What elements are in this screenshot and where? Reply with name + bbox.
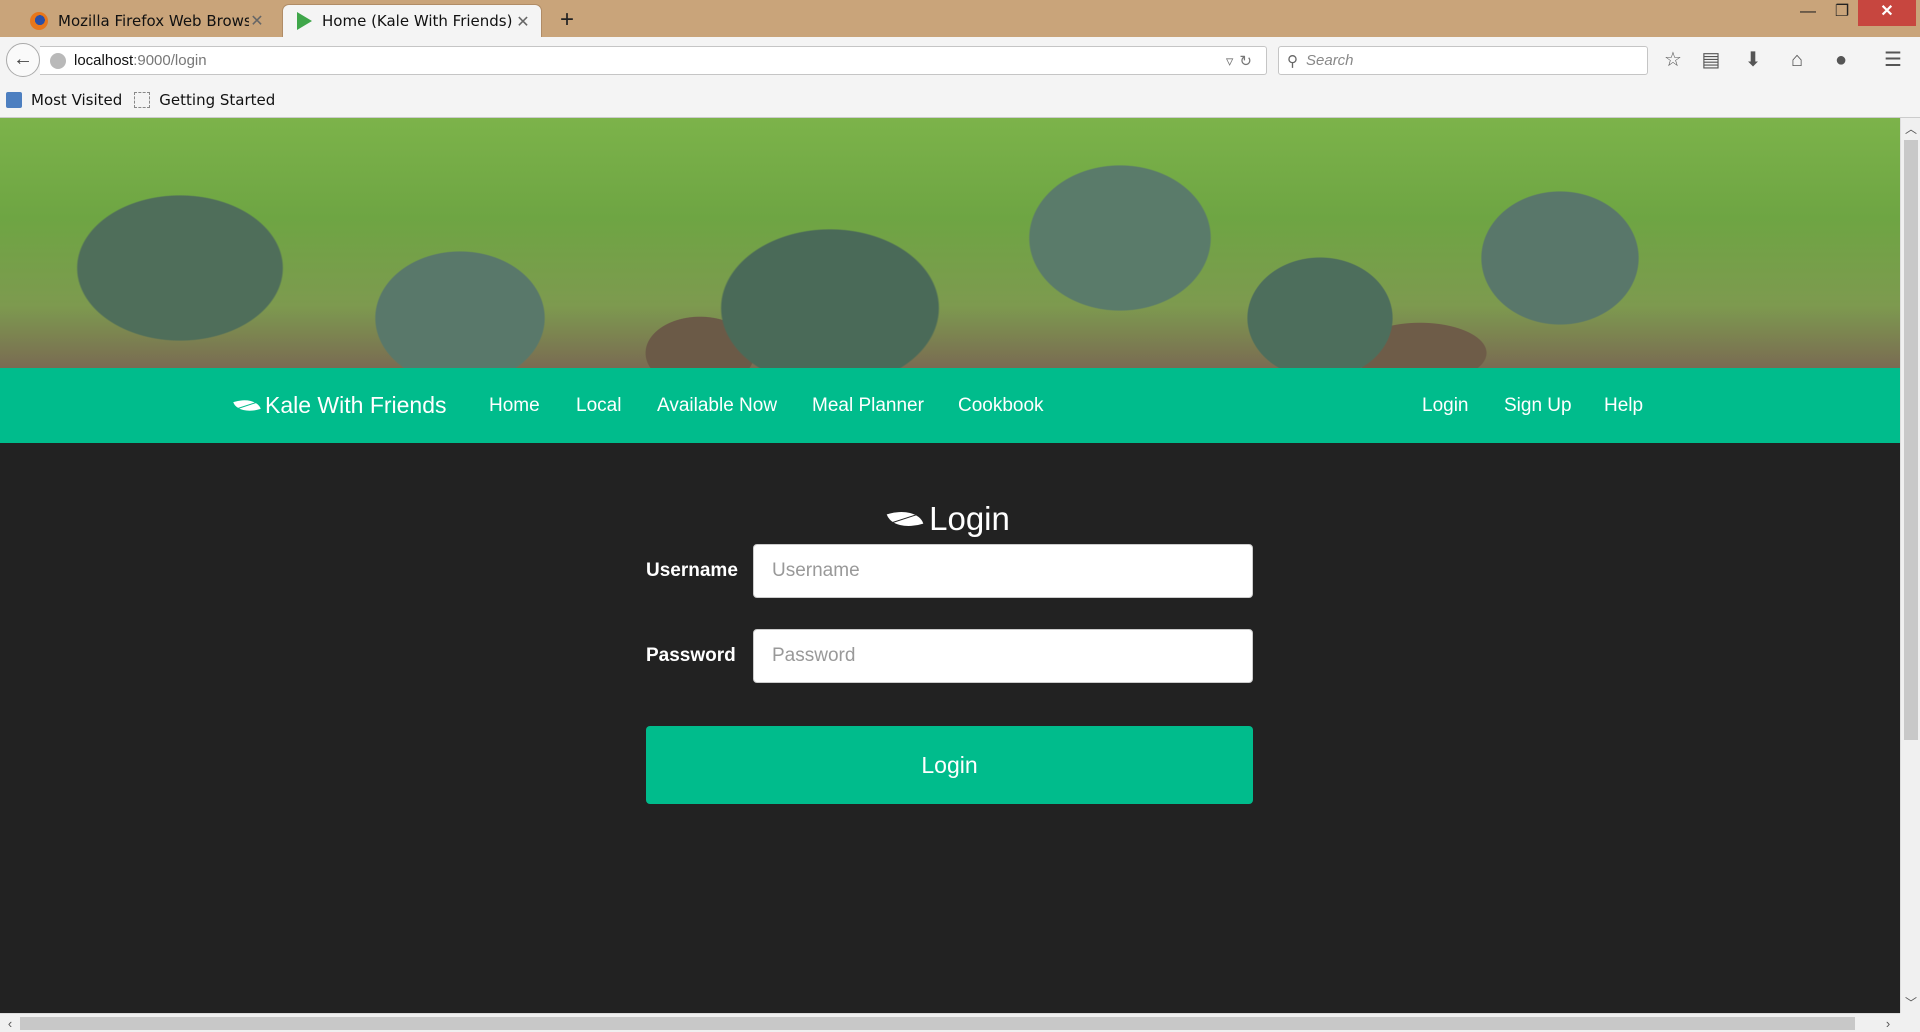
nav-meal-planner[interactable]: Meal Planner bbox=[812, 368, 924, 443]
horizontal-scroll-thumb[interactable] bbox=[20, 1017, 1855, 1030]
reload-icon[interactable]: ▿↻ bbox=[1226, 52, 1258, 70]
chat-icon[interactable]: ● bbox=[1826, 47, 1856, 73]
close-icon[interactable]: ✕ bbox=[249, 11, 265, 30]
password-label: Password bbox=[646, 645, 736, 666]
back-button[interactable]: ← bbox=[6, 43, 40, 77]
reading-list-icon[interactable]: ▤ bbox=[1696, 47, 1726, 73]
password-field[interactable] bbox=[753, 629, 1253, 683]
browser-toolbar: ← localhost:9000/login ▿↻ ⚲ Search ☆ ▤ ⬇… bbox=[0, 37, 1920, 83]
login-button[interactable]: Login bbox=[646, 726, 1253, 804]
bookmarks-toolbar: Most Visited Getting Started bbox=[0, 83, 1920, 118]
nav-local[interactable]: Local bbox=[576, 368, 621, 443]
url-path: :9000/login bbox=[133, 52, 207, 69]
scroll-down-icon[interactable]: ﹀ bbox=[1901, 994, 1920, 1011]
nav-cookbook[interactable]: Cookbook bbox=[958, 368, 1044, 443]
play-icon bbox=[297, 12, 312, 30]
download-icon[interactable]: ⬇ bbox=[1738, 47, 1768, 73]
page-viewport: Kale With Friends Home Local Available N… bbox=[0, 118, 1900, 1013]
site-navbar: Kale With Friends Home Local Available N… bbox=[0, 368, 1900, 443]
nav-sign-up[interactable]: Sign Up bbox=[1504, 368, 1572, 443]
home-icon[interactable]: ⌂ bbox=[1782, 47, 1812, 73]
horizontal-scrollbar[interactable]: ‹ › bbox=[0, 1013, 1900, 1032]
tab-home-kale-with-friends[interactable]: Home (Kale With Friends) ✕ bbox=[282, 4, 542, 37]
bookmark-label: Getting Started bbox=[159, 91, 276, 109]
url-host: localhost bbox=[74, 52, 134, 69]
bookmark-label: Most Visited bbox=[31, 91, 123, 109]
scroll-up-icon[interactable]: ︿ bbox=[1901, 120, 1920, 137]
username-label: Username bbox=[646, 560, 738, 581]
window-close-button[interactable]: ✕ bbox=[1858, 0, 1916, 26]
tab-firefox-web-browser[interactable]: Mozilla Firefox Web Brows... ✕ bbox=[20, 4, 275, 37]
login-heading: Login bbox=[646, 496, 1253, 542]
new-tab-button[interactable]: + bbox=[557, 6, 577, 34]
address-bar[interactable]: localhost:9000/login ▿↻ bbox=[40, 46, 1267, 75]
nav-available-now[interactable]: Available Now bbox=[657, 368, 777, 443]
login-title-text: Login bbox=[929, 500, 1010, 537]
nav-login[interactable]: Login bbox=[1422, 368, 1469, 443]
nav-help[interactable]: Help bbox=[1604, 368, 1643, 443]
bookmark-getting-started[interactable]: Getting Started bbox=[134, 91, 275, 109]
page-icon bbox=[134, 92, 151, 108]
nav-home[interactable]: Home bbox=[489, 368, 540, 443]
arrow-left-icon: ← bbox=[13, 48, 33, 70]
leaf-icon bbox=[886, 504, 924, 534]
bookmark-most-visited[interactable]: Most Visited bbox=[6, 91, 122, 109]
tab-label: Mozilla Firefox Web Brows... bbox=[58, 11, 249, 30]
leaf-icon bbox=[233, 394, 261, 417]
browser-title-bar: Mozilla Firefox Web Brows... ✕ Home (Kal… bbox=[0, 0, 1920, 37]
globe-icon bbox=[50, 52, 66, 69]
brand-name: Kale With Friends bbox=[265, 392, 447, 418]
search-icon: ⚲ bbox=[1287, 52, 1298, 70]
kale-garden-hero-image bbox=[0, 118, 1900, 368]
scroll-left-icon[interactable]: ‹ bbox=[0, 1014, 20, 1032]
menu-icon[interactable]: ☰ bbox=[1878, 47, 1908, 73]
bookmark-star-icon[interactable]: ☆ bbox=[1658, 47, 1688, 73]
username-field[interactable] bbox=[753, 544, 1253, 598]
close-icon[interactable]: ✕ bbox=[515, 12, 531, 31]
search-placeholder: Search bbox=[1306, 52, 1354, 69]
vertical-scroll-thumb[interactable] bbox=[1904, 140, 1918, 740]
scrollbar-corner bbox=[1900, 1013, 1920, 1032]
search-input[interactable]: ⚲ Search bbox=[1278, 46, 1648, 75]
scroll-right-icon[interactable]: › bbox=[1878, 1014, 1898, 1032]
most-visited-icon bbox=[6, 92, 22, 108]
tab-label: Home (Kale With Friends) bbox=[322, 12, 513, 30]
firefox-icon bbox=[30, 11, 48, 30]
brand-link[interactable]: Kale With Friends bbox=[233, 368, 447, 443]
vertical-scrollbar[interactable]: ︿ ﹀ bbox=[1900, 118, 1920, 1013]
